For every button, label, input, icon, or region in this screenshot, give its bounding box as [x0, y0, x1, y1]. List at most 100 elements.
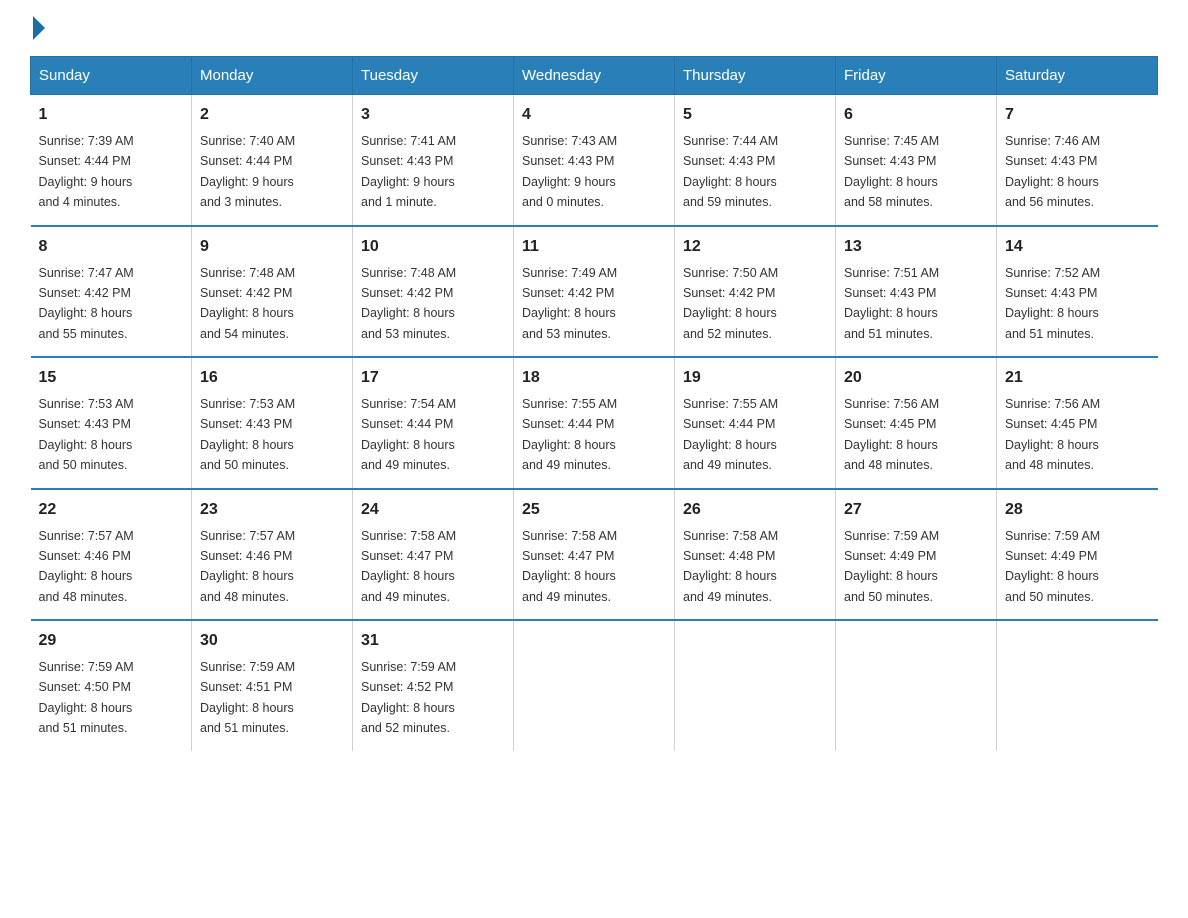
day-number: 9 — [200, 235, 344, 259]
day-info: Sunrise: 7:59 AMSunset: 4:52 PMDaylight:… — [361, 660, 456, 735]
day-number: 27 — [844, 498, 988, 522]
calendar-day-cell: 20 Sunrise: 7:56 AMSunset: 4:45 PMDaylig… — [836, 357, 997, 489]
day-info: Sunrise: 7:58 AMSunset: 4:47 PMDaylight:… — [361, 529, 456, 604]
day-info: Sunrise: 7:53 AMSunset: 4:43 PMDaylight:… — [200, 397, 295, 472]
day-number: 8 — [39, 235, 184, 259]
calendar-day-cell: 13 Sunrise: 7:51 AMSunset: 4:43 PMDaylig… — [836, 226, 997, 358]
day-info: Sunrise: 7:58 AMSunset: 4:48 PMDaylight:… — [683, 529, 778, 604]
day-info: Sunrise: 7:46 AMSunset: 4:43 PMDaylight:… — [1005, 134, 1100, 209]
day-number: 1 — [39, 103, 184, 127]
calendar-day-cell: 25 Sunrise: 7:58 AMSunset: 4:47 PMDaylig… — [514, 489, 675, 621]
calendar-table: SundayMondayTuesdayWednesdayThursdayFrid… — [30, 56, 1158, 751]
calendar-day-cell: 6 Sunrise: 7:45 AMSunset: 4:43 PMDayligh… — [836, 95, 997, 226]
calendar-day-cell: 5 Sunrise: 7:44 AMSunset: 4:43 PMDayligh… — [675, 95, 836, 226]
day-info: Sunrise: 7:50 AMSunset: 4:42 PMDaylight:… — [683, 266, 778, 341]
day-number: 17 — [361, 366, 505, 390]
day-of-week-header: Monday — [192, 57, 353, 95]
calendar-day-cell: 30 Sunrise: 7:59 AMSunset: 4:51 PMDaylig… — [192, 620, 353, 751]
day-info: Sunrise: 7:59 AMSunset: 4:51 PMDaylight:… — [200, 660, 295, 735]
day-info: Sunrise: 7:48 AMSunset: 4:42 PMDaylight:… — [361, 266, 456, 341]
day-info: Sunrise: 7:55 AMSunset: 4:44 PMDaylight:… — [522, 397, 617, 472]
calendar-day-cell: 1 Sunrise: 7:39 AMSunset: 4:44 PMDayligh… — [31, 95, 192, 226]
day-number: 26 — [683, 498, 827, 522]
day-info: Sunrise: 7:52 AMSunset: 4:43 PMDaylight:… — [1005, 266, 1100, 341]
page-header — [30, 20, 1158, 36]
day-info: Sunrise: 7:57 AMSunset: 4:46 PMDaylight:… — [39, 529, 134, 604]
day-number: 22 — [39, 498, 184, 522]
calendar-day-cell: 18 Sunrise: 7:55 AMSunset: 4:44 PMDaylig… — [514, 357, 675, 489]
day-info: Sunrise: 7:45 AMSunset: 4:43 PMDaylight:… — [844, 134, 939, 209]
calendar-day-cell: 12 Sunrise: 7:50 AMSunset: 4:42 PMDaylig… — [675, 226, 836, 358]
day-of-week-header: Saturday — [997, 57, 1158, 95]
day-number: 31 — [361, 629, 505, 653]
day-info: Sunrise: 7:59 AMSunset: 4:49 PMDaylight:… — [1005, 529, 1100, 604]
day-number: 4 — [522, 103, 666, 127]
day-info: Sunrise: 7:56 AMSunset: 4:45 PMDaylight:… — [1005, 397, 1100, 472]
calendar-day-cell: 31 Sunrise: 7:59 AMSunset: 4:52 PMDaylig… — [353, 620, 514, 751]
day-info: Sunrise: 7:47 AMSunset: 4:42 PMDaylight:… — [39, 266, 134, 341]
logo-triangle-icon — [33, 16, 45, 40]
calendar-day-cell: 26 Sunrise: 7:58 AMSunset: 4:48 PMDaylig… — [675, 489, 836, 621]
calendar-day-cell: 7 Sunrise: 7:46 AMSunset: 4:43 PMDayligh… — [997, 95, 1158, 226]
day-number: 15 — [39, 366, 184, 390]
day-number: 29 — [39, 629, 184, 653]
day-info: Sunrise: 7:49 AMSunset: 4:42 PMDaylight:… — [522, 266, 617, 341]
calendar-day-cell: 3 Sunrise: 7:41 AMSunset: 4:43 PMDayligh… — [353, 95, 514, 226]
calendar-day-cell: 8 Sunrise: 7:47 AMSunset: 4:42 PMDayligh… — [31, 226, 192, 358]
calendar-day-cell: 9 Sunrise: 7:48 AMSunset: 4:42 PMDayligh… — [192, 226, 353, 358]
calendar-day-cell — [997, 620, 1158, 751]
day-number: 18 — [522, 366, 666, 390]
day-info: Sunrise: 7:48 AMSunset: 4:42 PMDaylight:… — [200, 266, 295, 341]
day-info: Sunrise: 7:57 AMSunset: 4:46 PMDaylight:… — [200, 529, 295, 604]
calendar-week-row: 1 Sunrise: 7:39 AMSunset: 4:44 PMDayligh… — [31, 95, 1158, 226]
day-info: Sunrise: 7:40 AMSunset: 4:44 PMDaylight:… — [200, 134, 295, 209]
day-info: Sunrise: 7:51 AMSunset: 4:43 PMDaylight:… — [844, 266, 939, 341]
day-number: 25 — [522, 498, 666, 522]
day-number: 13 — [844, 235, 988, 259]
day-of-week-header: Friday — [836, 57, 997, 95]
calendar-day-cell: 15 Sunrise: 7:53 AMSunset: 4:43 PMDaylig… — [31, 357, 192, 489]
calendar-day-cell: 14 Sunrise: 7:52 AMSunset: 4:43 PMDaylig… — [997, 226, 1158, 358]
calendar-day-cell: 23 Sunrise: 7:57 AMSunset: 4:46 PMDaylig… — [192, 489, 353, 621]
calendar-day-cell: 21 Sunrise: 7:56 AMSunset: 4:45 PMDaylig… — [997, 357, 1158, 489]
calendar-header: SundayMondayTuesdayWednesdayThursdayFrid… — [31, 57, 1158, 95]
day-of-week-header: Wednesday — [514, 57, 675, 95]
day-info: Sunrise: 7:55 AMSunset: 4:44 PMDaylight:… — [683, 397, 778, 472]
day-info: Sunrise: 7:53 AMSunset: 4:43 PMDaylight:… — [39, 397, 134, 472]
calendar-week-row: 29 Sunrise: 7:59 AMSunset: 4:50 PMDaylig… — [31, 620, 1158, 751]
calendar-day-cell: 22 Sunrise: 7:57 AMSunset: 4:46 PMDaylig… — [31, 489, 192, 621]
day-number: 5 — [683, 103, 827, 127]
day-number: 3 — [361, 103, 505, 127]
day-number: 11 — [522, 235, 666, 259]
calendar-day-cell: 17 Sunrise: 7:54 AMSunset: 4:44 PMDaylig… — [353, 357, 514, 489]
day-info: Sunrise: 7:41 AMSunset: 4:43 PMDaylight:… — [361, 134, 456, 209]
calendar-day-cell: 11 Sunrise: 7:49 AMSunset: 4:42 PMDaylig… — [514, 226, 675, 358]
calendar-day-cell: 29 Sunrise: 7:59 AMSunset: 4:50 PMDaylig… — [31, 620, 192, 751]
calendar-day-cell: 10 Sunrise: 7:48 AMSunset: 4:42 PMDaylig… — [353, 226, 514, 358]
day-number: 7 — [1005, 103, 1150, 127]
calendar-day-cell: 27 Sunrise: 7:59 AMSunset: 4:49 PMDaylig… — [836, 489, 997, 621]
day-number: 12 — [683, 235, 827, 259]
day-info: Sunrise: 7:44 AMSunset: 4:43 PMDaylight:… — [683, 134, 778, 209]
day-of-week-header: Sunday — [31, 57, 192, 95]
day-of-week-header: Thursday — [675, 57, 836, 95]
day-info: Sunrise: 7:59 AMSunset: 4:50 PMDaylight:… — [39, 660, 134, 735]
day-info: Sunrise: 7:59 AMSunset: 4:49 PMDaylight:… — [844, 529, 939, 604]
day-info: Sunrise: 7:58 AMSunset: 4:47 PMDaylight:… — [522, 529, 617, 604]
calendar-day-cell: 28 Sunrise: 7:59 AMSunset: 4:49 PMDaylig… — [997, 489, 1158, 621]
day-info: Sunrise: 7:43 AMSunset: 4:43 PMDaylight:… — [522, 134, 617, 209]
calendar-week-row: 22 Sunrise: 7:57 AMSunset: 4:46 PMDaylig… — [31, 489, 1158, 621]
day-number: 14 — [1005, 235, 1150, 259]
day-of-week-header: Tuesday — [353, 57, 514, 95]
day-number: 16 — [200, 366, 344, 390]
day-number: 20 — [844, 366, 988, 390]
days-of-week-row: SundayMondayTuesdayWednesdayThursdayFrid… — [31, 57, 1158, 95]
calendar-body: 1 Sunrise: 7:39 AMSunset: 4:44 PMDayligh… — [31, 95, 1158, 751]
day-number: 28 — [1005, 498, 1150, 522]
calendar-week-row: 15 Sunrise: 7:53 AMSunset: 4:43 PMDaylig… — [31, 357, 1158, 489]
calendar-day-cell — [836, 620, 997, 751]
day-number: 19 — [683, 366, 827, 390]
calendar-day-cell: 16 Sunrise: 7:53 AMSunset: 4:43 PMDaylig… — [192, 357, 353, 489]
calendar-day-cell — [675, 620, 836, 751]
day-info: Sunrise: 7:56 AMSunset: 4:45 PMDaylight:… — [844, 397, 939, 472]
